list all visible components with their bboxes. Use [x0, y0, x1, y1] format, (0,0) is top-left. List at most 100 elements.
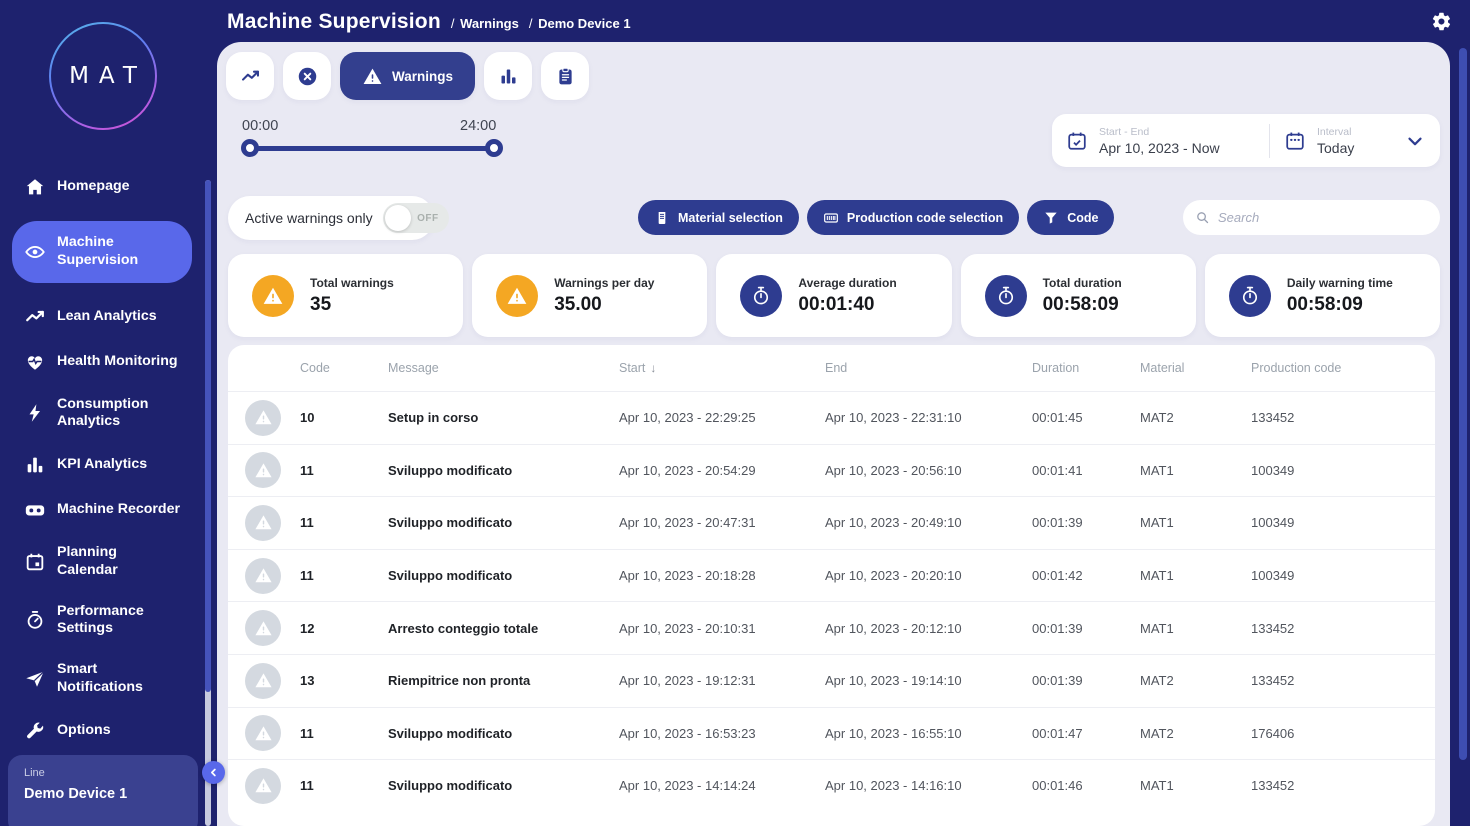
tab-bar-chart[interactable]: [484, 52, 533, 100]
wrench-icon: [24, 720, 46, 742]
home-icon: [24, 176, 46, 198]
sidebar-item-planning-calendar[interactable]: Planning Calendar: [12, 544, 192, 580]
recorder-icon: [24, 499, 46, 521]
funnel-icon: [1043, 210, 1059, 226]
content-panel: Warnings 00:00 24:00 Start - End Apr 10,…: [217, 42, 1450, 826]
settings-gear-icon[interactable]: [1431, 11, 1452, 32]
start-end-picker[interactable]: Start - End Apr 10, 2023 - Now: [1052, 114, 1269, 167]
sidebar-item-health-monitoring[interactable]: Health Monitoring: [12, 351, 192, 373]
slider-handle-end[interactable]: [485, 139, 503, 157]
table-row[interactable]: 10 Setup in corso Apr 10, 2023 - 22:29:25 A…: [228, 391, 1435, 444]
barcode-icon: [823, 210, 839, 226]
code-filter-button[interactable]: Code: [1027, 200, 1115, 235]
sidebar-item-label: Options: [57, 721, 111, 738]
sidebar-item-label: Machine Recorder: [57, 501, 180, 518]
stat-label: Average duration: [798, 275, 897, 290]
cell-production-code: 133452: [1251, 778, 1295, 794]
table-row[interactable]: 11 Sviluppo modificato Apr 10, 2023 - 20:1…: [228, 548, 1435, 602]
sidebar-item-kpi-analytics[interactable]: KPI Analytics: [12, 454, 192, 476]
bar-chart-icon: [24, 454, 46, 476]
stat-card-average-duration: Average duration 00:01:40: [716, 254, 952, 337]
active-warnings-filter: Active warnings only OFF: [228, 196, 449, 240]
sidebar-item-performance-settings[interactable]: Performance Settings: [12, 603, 192, 639]
sidebar-item-label: Planning Calendar: [57, 544, 118, 578]
interval-picker[interactable]: Interval Today: [1270, 114, 1440, 167]
table-row[interactable]: 11 Sviluppo modificato Apr 10, 2023 - 20:4…: [228, 496, 1435, 549]
warning-triangle-icon: [254, 619, 273, 638]
sidebar-item-machine-supervision[interactable]: Machine Supervision: [12, 221, 192, 283]
logo-text: MAT: [69, 63, 147, 89]
column-header-duration[interactable]: Duration: [1032, 361, 1140, 375]
sidebar-item-label: Machine Supervision: [57, 234, 139, 268]
start-end-value: Apr 10, 2023 - Now: [1099, 139, 1220, 156]
toggle-state-label: OFF: [417, 213, 439, 224]
warning-triangle-icon: [254, 671, 273, 690]
column-header-material[interactable]: Material: [1140, 361, 1251, 375]
sidebar-item-smart-notifications[interactable]: Smart Notifications: [12, 661, 192, 697]
cell-end: Apr 10, 2023 - 19:14:10: [825, 673, 962, 689]
column-header-end[interactable]: End: [825, 361, 1032, 375]
stat-value: 35: [310, 293, 332, 315]
cell-message: Sviluppo modificato: [388, 725, 513, 741]
warning-triangle-badge: [496, 274, 539, 317]
table-row[interactable]: 12 Arresto conteggio totale Apr 10, 2023 -…: [228, 601, 1435, 654]
chevron-left-icon: [207, 766, 220, 779]
sidebar-item-machine-recorder[interactable]: Machine Recorder: [12, 499, 192, 521]
sidebar-scrollbar[interactable]: [205, 180, 211, 826]
production-code-selection-button[interactable]: Production code selection: [806, 200, 1020, 235]
cell-material: MAT1: [1140, 515, 1174, 531]
table-row[interactable]: 13 Riempitrice non pronta Apr 10, 2023 - 1…: [228, 653, 1435, 707]
sidebar-item-consumption-analytics[interactable]: Consumption Analytics: [12, 396, 192, 432]
material-icon: [654, 210, 670, 226]
device-card: Line Demo Device 1: [8, 755, 198, 826]
page-scrollbar[interactable]: [1459, 48, 1467, 760]
chevron-down-icon[interactable]: [1404, 130, 1426, 152]
bolt-icon: [24, 402, 46, 424]
cell-end: Apr 10, 2023 - 20:20:10: [825, 568, 962, 584]
cell-start: Apr 10, 2023 - 14:14:24: [619, 778, 756, 794]
cell-start: Apr 10, 2023 - 20:47:31: [619, 515, 756, 531]
tab-x-circle[interactable]: [283, 52, 331, 100]
stat-value: 00:01:40: [798, 293, 875, 315]
sidebar-item-lean-analytics[interactable]: Lean Analytics: [12, 306, 192, 328]
sidebar-item-options[interactable]: Options: [12, 720, 192, 742]
table-row[interactable]: 11 Sviluppo modificato Apr 10, 2023 - 20:5…: [228, 443, 1435, 497]
material-selection-label: Material selection: [678, 210, 783, 225]
time-range-slider[interactable]: [241, 139, 503, 157]
cell-production-code: 176406: [1251, 725, 1295, 741]
cell-start: Apr 10, 2023 - 20:18:28: [619, 568, 756, 584]
material-selection-button[interactable]: Material selection: [638, 200, 799, 235]
active-warnings-label: Active warnings only: [245, 210, 373, 226]
cell-production-code: 133452: [1251, 673, 1295, 689]
sidebar-collapse-button[interactable]: [202, 761, 225, 784]
cell-message: Arresto conteggio totale: [388, 620, 539, 636]
tab-warnings[interactable]: Warnings: [340, 52, 476, 100]
tab-clipboard[interactable]: [541, 52, 590, 100]
warning-triangle-icon: [254, 776, 273, 795]
column-header-message[interactable]: Message: [388, 361, 619, 375]
search-input[interactable]: [1218, 210, 1428, 225]
calendar-check-icon: [1066, 130, 1088, 152]
cell-duration: 00:01:45: [1032, 410, 1083, 426]
column-header-start[interactable]: Start ↓: [619, 361, 825, 375]
view-tabs: Warnings: [226, 52, 590, 100]
cell-message: Setup in corso: [388, 410, 479, 426]
stat-value: 00:58:09: [1286, 293, 1363, 315]
stopwatch-badge: [1228, 274, 1271, 317]
sidebar-item-homepage[interactable]: Homepage: [12, 176, 192, 198]
slider-handle-start[interactable]: [241, 139, 259, 157]
stopwatch-icon: [1239, 285, 1261, 307]
stat-label: Total warnings: [310, 275, 394, 290]
column-header-label: End: [825, 361, 848, 375]
active-warnings-toggle[interactable]: OFF: [382, 203, 449, 233]
column-header-code[interactable]: Code: [300, 361, 388, 375]
column-header-production-code[interactable]: Production code: [1251, 361, 1435, 375]
tab-trend-line[interactable]: [226, 52, 274, 100]
toggle-knob[interactable]: [384, 205, 411, 231]
table-row[interactable]: 11 Sviluppo modificato Apr 10, 2023 - 14:1…: [228, 759, 1435, 812]
cell-material: MAT2: [1140, 673, 1174, 689]
table-row[interactable]: 11 Sviluppo modificato Apr 10, 2023 - 16:5…: [228, 706, 1435, 760]
warning-triangle-badge: [245, 399, 281, 436]
cell-end: Apr 10, 2023 - 20:56:10: [825, 462, 962, 478]
sidebar-scrollbar-thumb[interactable]: [205, 180, 211, 692]
